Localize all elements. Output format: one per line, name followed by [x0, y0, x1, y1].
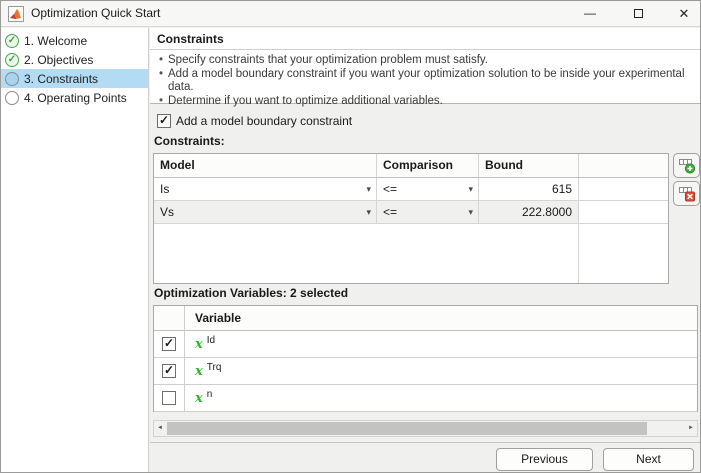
sidebar-item-label: 4. Operating Points: [24, 90, 127, 105]
variable-checkbox[interactable]: ✓: [162, 363, 176, 378]
steps-sidebar: ✓ 1. Welcome ✓ 2. Objectives 3. Constrai…: [1, 28, 149, 472]
delete-constraint-button[interactable]: [673, 181, 700, 206]
step-complete-icon: ✓: [5, 52, 19, 67]
filler-cell: [579, 201, 668, 223]
main-panel: Constraints Specify constraints that you…: [150, 28, 700, 472]
description-bullets: Specify constraints that your optimizati…: [150, 50, 700, 108]
variable-checkbox[interactable]: ✓: [162, 336, 176, 351]
variable-checkbox[interactable]: [162, 391, 176, 405]
boundary-constraint-row: ✓ Add a model boundary constraint: [157, 112, 352, 130]
bound-value-cell[interactable]: 615: [479, 178, 579, 200]
sidebar-item-label: 3. Constraints: [24, 71, 99, 86]
footer-bar: Previous Next: [150, 442, 700, 472]
variables-section-label: Optimization Variables: 2 selected: [154, 286, 349, 300]
variable-row: x n: [154, 385, 697, 412]
scroll-left-icon[interactable]: ◄: [154, 421, 166, 436]
comparison-dropdown[interactable]: <= ▾: [377, 178, 479, 200]
constraints-table: Model Comparison Bound Is ▾ <= ▾ 615 Vs …: [153, 153, 669, 284]
sidebar-item-welcome[interactable]: ✓ 1. Welcome: [1, 31, 148, 50]
step-pending-icon: [5, 90, 19, 105]
variable-cell: x Trq: [185, 358, 697, 384]
next-button[interactable]: Next: [603, 448, 694, 471]
add-table-row-icon: [678, 158, 695, 174]
title-bar: Optimization Quick Start — ✕: [1, 1, 700, 27]
close-button[interactable]: ✕: [669, 1, 699, 26]
variable-cell: x n: [185, 385, 697, 411]
bullet-line: Determine if you want to optimize additi…: [158, 95, 692, 109]
variable-cell: x Id: [185, 331, 697, 357]
variable-name: Id: [206, 334, 216, 346]
window-title: Optimization Quick Start: [31, 6, 161, 20]
constraint-row: Is ▾ <= ▾ 615: [154, 178, 668, 201]
column-header-comparison: Comparison: [377, 154, 479, 177]
delete-table-row-icon: [678, 186, 695, 201]
column-header-model: Model: [154, 154, 377, 177]
model-dropdown[interactable]: Is ▾: [154, 178, 377, 200]
bound-value-cell[interactable]: 222.8000: [479, 201, 579, 223]
bullet-line: Add a model boundary constraint if you w…: [158, 68, 692, 95]
minimize-button[interactable]: —: [575, 1, 605, 26]
chevron-down-icon: ▾: [366, 184, 371, 194]
optimization-quick-start-window: Optimization Quick Start — ✕ ✓ 1. Welcom…: [0, 0, 701, 473]
sidebar-item-operating-points[interactable]: 4. Operating Points: [1, 88, 148, 107]
add-constraint-button[interactable]: [673, 153, 700, 178]
filler-cell: [579, 178, 668, 200]
scroll-right-icon[interactable]: ►: [685, 421, 697, 436]
variable-symbol: x: [195, 336, 203, 352]
variables-table-header: Variable: [154, 306, 697, 331]
column-header-variable: Variable: [195, 310, 242, 325]
horizontal-scrollbar[interactable]: ◄ ►: [153, 420, 698, 437]
variables-table: Variable ✓ x Id ✓ x Trq x n: [153, 305, 698, 412]
sidebar-item-constraints[interactable]: 3. Constraints: [1, 69, 148, 88]
chevron-down-icon: ▾: [468, 207, 473, 217]
chevron-down-icon: ▾: [366, 207, 371, 217]
variable-row: ✓ x Trq: [154, 358, 697, 385]
constraint-row: Vs ▾ <= ▾ 222.8000: [154, 201, 668, 224]
constraints-section-label: Constraints:: [154, 134, 225, 148]
boundary-constraint-label: Add a model boundary constraint: [176, 114, 353, 128]
constraints-table-header: Model Comparison Bound: [154, 154, 668, 178]
sidebar-item-label: 1. Welcome: [24, 33, 88, 48]
variable-row: ✓ x Id: [154, 331, 697, 358]
boundary-constraint-checkbox[interactable]: ✓: [157, 113, 171, 128]
maximize-button[interactable]: [623, 1, 653, 26]
sidebar-item-objectives[interactable]: ✓ 2. Objectives: [1, 50, 148, 69]
sidebar-item-label: 2. Objectives: [24, 52, 94, 67]
column-header-bound: Bound: [479, 154, 579, 177]
variable-name: n: [206, 388, 213, 400]
step-current-icon: [5, 71, 19, 86]
model-dropdown[interactable]: Vs ▾: [154, 201, 377, 223]
page-title: Constraints: [150, 28, 700, 50]
checkbox-column-header: [154, 306, 185, 330]
step-description-panel: Constraints Specify constraints that you…: [150, 28, 700, 108]
bullet-line: Specify constraints that your optimizati…: [158, 54, 692, 68]
step-complete-icon: ✓: [5, 33, 19, 48]
variable-symbol: x: [195, 363, 203, 379]
scrollbar-thumb[interactable]: [167, 422, 647, 435]
variable-name: Trq: [206, 361, 222, 373]
variable-symbol: x: [195, 390, 203, 406]
column-header-filler: [579, 154, 668, 177]
previous-button[interactable]: Previous: [496, 448, 593, 471]
maximize-icon: [633, 9, 643, 19]
constraints-table-empty-area: [154, 224, 668, 283]
matlab-icon: [8, 6, 24, 22]
chevron-down-icon: ▾: [468, 184, 473, 194]
comparison-dropdown[interactable]: <= ▾: [377, 201, 479, 223]
